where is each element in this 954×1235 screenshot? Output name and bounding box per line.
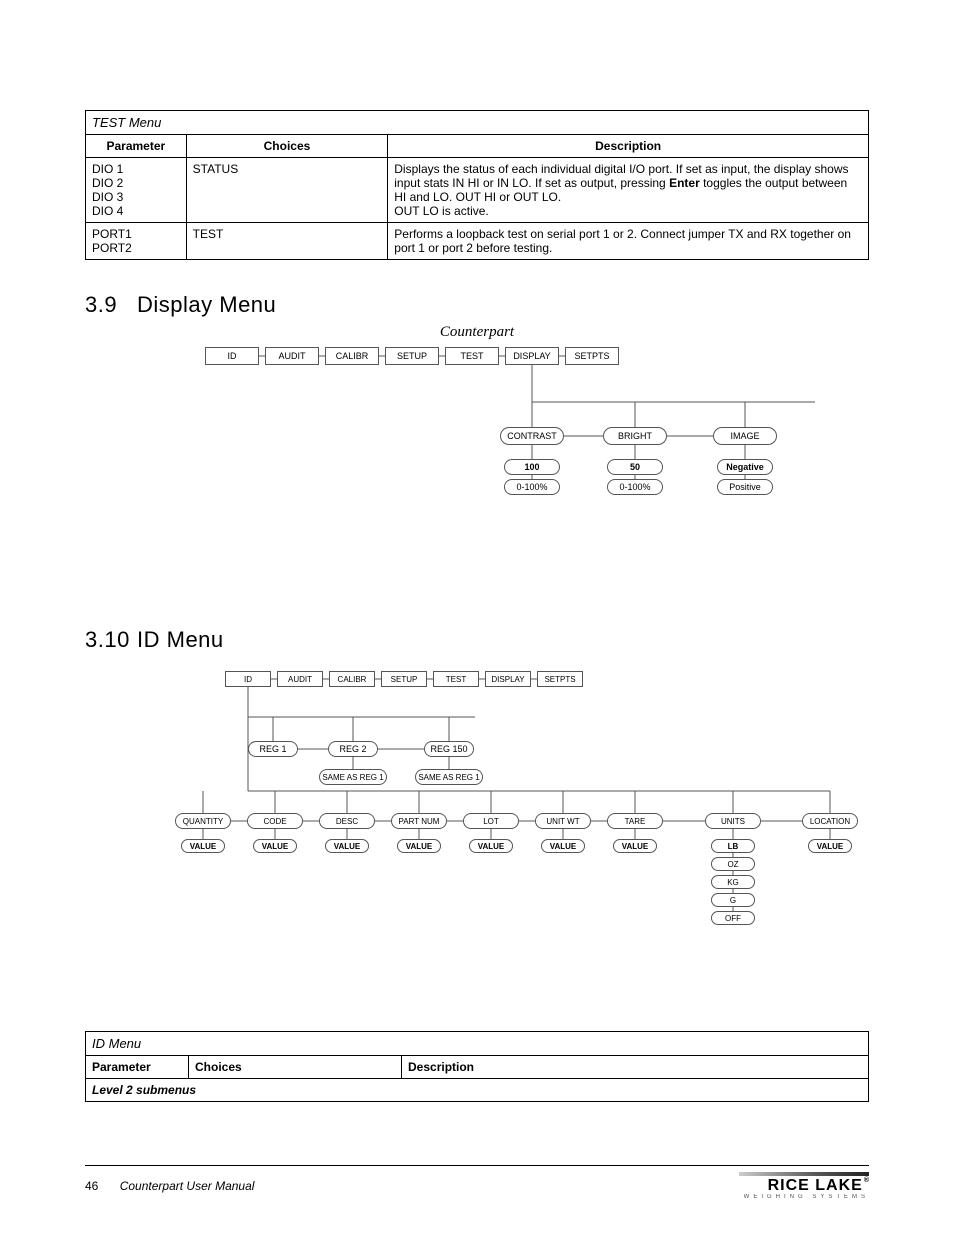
cell-choices: TEST <box>186 223 388 260</box>
col-parameter: Parameter <box>86 1056 189 1079</box>
cell-param: PORT1 PORT2 <box>86 223 187 260</box>
heading-display-menu: 3.9Display Menu <box>85 292 869 318</box>
col-description: Description <box>402 1056 869 1079</box>
menu-node: SETPTS <box>537 671 583 687</box>
menu-node: ID <box>205 347 259 365</box>
field-node: LOT <box>463 813 519 829</box>
menu-node: AUDIT <box>277 671 323 687</box>
menu-node: TEST <box>433 671 479 687</box>
figure-title: Counterpart <box>85 324 869 341</box>
logo-name: RICE LAKE <box>739 1178 869 1194</box>
id-menu-diagram: ID AUDIT CALIBR SETUP TEST DISPLAY SETPT… <box>165 671 885 991</box>
field-node: UNIT WT <box>535 813 591 829</box>
cell-desc: Displays the status of each individual d… <box>388 158 869 223</box>
col-choices: Choices <box>189 1056 402 1079</box>
same-as-node: SAME AS REG 1 <box>415 769 483 785</box>
submenu-node: BRIGHT <box>603 427 667 445</box>
unit-option: OFF <box>711 911 755 925</box>
id-menu-table: ID Menu Parameter Choices Description Le… <box>85 1031 869 1102</box>
reg-node: REG 150 <box>424 741 474 757</box>
option-node: 0-100% <box>504 479 560 495</box>
unit-option: G <box>711 893 755 907</box>
test-menu-title: TEST Menu <box>86 111 869 135</box>
heading-id-menu: 3.10ID Menu <box>85 627 869 653</box>
field-node: LOCATION <box>802 813 858 829</box>
value-node: VALUE <box>397 839 441 853</box>
field-node: CODE <box>247 813 303 829</box>
field-node: UNITS <box>705 813 761 829</box>
value-node: 50 <box>607 459 663 475</box>
unit-option: KG <box>711 875 755 889</box>
unit-option: OZ <box>711 857 755 871</box>
menu-node: DISPLAY <box>485 671 531 687</box>
id-menu-title: ID Menu <box>86 1032 869 1056</box>
same-as-node: SAME AS REG 1 <box>319 769 387 785</box>
menu-node: TEST <box>445 347 499 365</box>
field-node: QUANTITY <box>175 813 231 829</box>
menu-node: AUDIT <box>265 347 319 365</box>
logo-tagline: WEIGHING SYSTEMS <box>739 1194 869 1200</box>
option-node: 0-100% <box>607 479 663 495</box>
submenu-node: IMAGE <box>713 427 777 445</box>
reg-node: REG 1 <box>248 741 298 757</box>
field-node: TARE <box>607 813 663 829</box>
value-node: VALUE <box>613 839 657 853</box>
page-footer: 46 Counterpart User Manual RICE LAKE WEI… <box>85 1165 869 1200</box>
field-node: DESC <box>319 813 375 829</box>
menu-node: SETPTS <box>565 347 619 365</box>
submenu-node: CONTRAST <box>500 427 564 445</box>
display-menu-diagram: ID AUDIT CALIBR SETUP TEST DISPLAY SETPT… <box>205 347 865 547</box>
menu-node: ID <box>225 671 271 687</box>
value-node: VALUE <box>541 839 585 853</box>
field-node: PART NUM <box>391 813 447 829</box>
value-node: VALUE <box>253 839 297 853</box>
menu-node: SETUP <box>381 671 427 687</box>
test-menu-table: TEST Menu Parameter Choices Description … <box>85 110 869 260</box>
subheading: Level 2 submenus <box>86 1079 869 1102</box>
col-description: Description <box>388 135 869 158</box>
option-node: Positive <box>717 479 773 495</box>
value-node: 100 <box>504 459 560 475</box>
value-node: LB <box>711 839 755 853</box>
value-node: VALUE <box>325 839 369 853</box>
menu-node: SETUP <box>385 347 439 365</box>
value-node: Negative <box>717 459 773 475</box>
value-node: VALUE <box>469 839 513 853</box>
menu-node: DISPLAY <box>505 347 559 365</box>
table-row: PORT1 PORT2 TEST Performs a loopback tes… <box>86 223 869 260</box>
col-parameter: Parameter <box>86 135 187 158</box>
page-number: 46 <box>85 1179 98 1193</box>
cell-choices: STATUS <box>186 158 388 223</box>
reg-node: REG 2 <box>328 741 378 757</box>
menu-node: CALIBR <box>329 671 375 687</box>
doc-title: Counterpart User Manual <box>120 1179 255 1193</box>
cell-desc: Performs a loopback test on serial port … <box>388 223 869 260</box>
col-choices: Choices <box>186 135 388 158</box>
value-node: VALUE <box>808 839 852 853</box>
value-node: VALUE <box>181 839 225 853</box>
cell-param: DIO 1 DIO 2 DIO 3 DIO 4 <box>86 158 187 223</box>
brand-logo: RICE LAKE WEIGHING SYSTEMS <box>739 1172 869 1200</box>
table-row: DIO 1 DIO 2 DIO 3 DIO 4 STATUS Displays … <box>86 158 869 223</box>
menu-node: CALIBR <box>325 347 379 365</box>
